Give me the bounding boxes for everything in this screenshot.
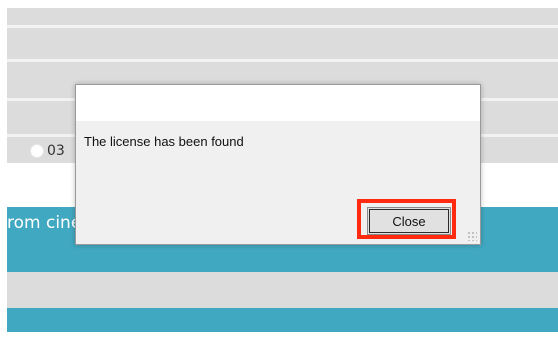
background-row: [7, 272, 558, 308]
teal-banner-bottom: [7, 308, 558, 332]
close-button[interactable]: Close: [367, 207, 451, 235]
radio-option-03[interactable]: 03: [30, 141, 65, 161]
background-row: [7, 28, 558, 59]
background-row: [7, 8, 558, 25]
license-dialog: The license has been found Close: [75, 84, 481, 245]
dialog-titlebar[interactable]: [76, 85, 480, 121]
teal-banner-text: rom cine: [7, 213, 75, 233]
resize-grip-icon[interactable]: [467, 231, 477, 241]
radio-option-label: 03: [47, 143, 65, 159]
radio-button[interactable]: [30, 144, 44, 158]
dialog-message: The license has been found: [84, 134, 244, 149]
